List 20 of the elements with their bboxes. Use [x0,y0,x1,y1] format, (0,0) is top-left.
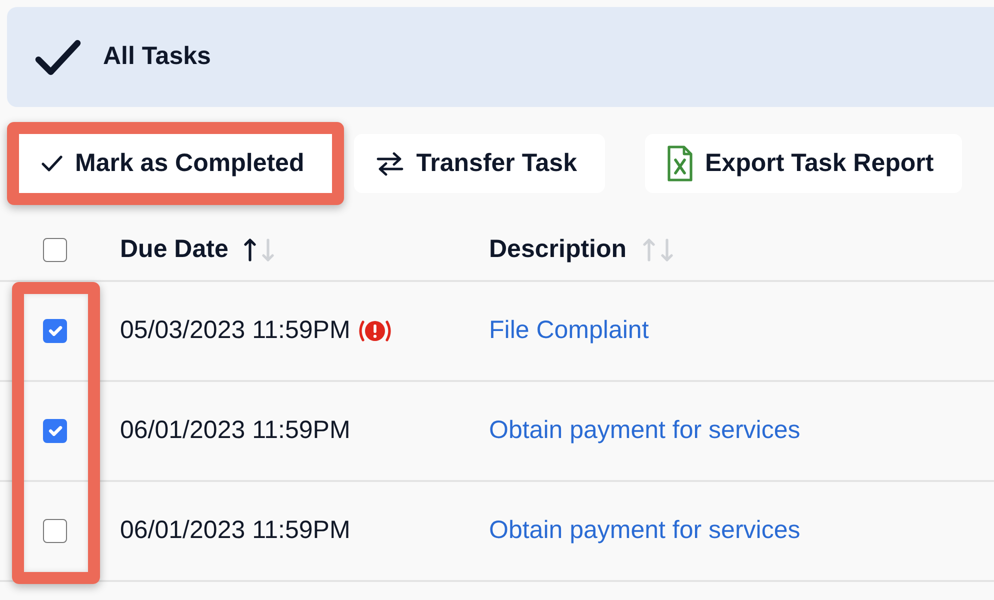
export-report-button[interactable]: Export Task Report [644,134,962,193]
select-all-checkbox[interactable] [43,238,67,262]
task-link[interactable]: Obtain payment for services [489,416,800,444]
swap-arrows-icon [376,152,404,176]
column-header[interactable]: Due Date [120,231,228,269]
transfer-task-button[interactable]: Transfer Task [354,134,605,193]
page-title: All Tasks [103,41,211,72]
check-icon [41,155,63,172]
due-date-text: 05/03/2023 11:59PM [120,315,350,346]
check-icon [35,40,81,74]
column-header[interactable]: Description [489,231,627,269]
task-link[interactable]: Obtain payment for services [489,516,800,544]
spreadsheet-file-icon [666,145,693,182]
due-date-text: 06/01/2023 11:59PM [120,515,350,546]
mark-completed-button[interactable]: Mark as Completed [19,134,332,193]
task-link[interactable]: File Complaint [489,316,649,344]
row-checkbox[interactable] [43,419,67,443]
row-checkbox[interactable] [43,319,67,343]
row-checkbox[interactable] [43,519,67,543]
due-date-text: 06/01/2023 11:59PM [120,415,350,446]
